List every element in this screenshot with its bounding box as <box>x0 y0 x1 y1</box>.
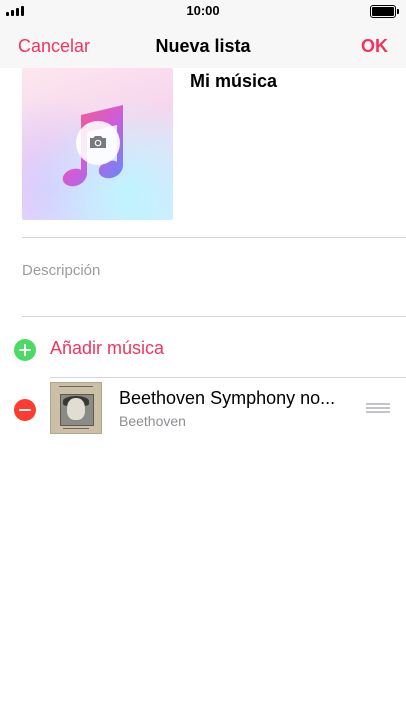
minus-circle-icon[interactable] <box>14 399 36 421</box>
playlist-name-field[interactable]: Mi música <box>190 71 277 92</box>
done-button[interactable]: OK <box>361 36 388 57</box>
navigation-bar: Cancelar Nueva lista OK <box>0 22 406 68</box>
status-time: 10:00 <box>186 3 220 18</box>
drag-handle-icon[interactable] <box>366 403 390 413</box>
add-photo-button[interactable] <box>76 121 120 165</box>
camera-icon <box>90 136 106 148</box>
playlist-artwork[interactable] <box>22 68 173 220</box>
status-bar: 10:00 <box>0 0 406 22</box>
description-field[interactable]: Descripción <box>22 262 100 279</box>
album-artwork <box>50 382 102 434</box>
page-title: Nueva lista <box>155 36 251 56</box>
song-artist: Beethoven <box>119 413 186 429</box>
divider <box>22 316 406 317</box>
battery-icon <box>370 5 399 18</box>
add-music-button[interactable]: Añadir música <box>0 332 406 366</box>
add-music-label: Añadir música <box>50 338 165 358</box>
list-item[interactable]: Beethoven Symphony no... Beethoven <box>0 378 406 438</box>
plus-circle-icon[interactable] <box>14 339 36 361</box>
song-title: Beethoven Symphony no... <box>119 388 336 408</box>
divider <box>22 237 406 238</box>
